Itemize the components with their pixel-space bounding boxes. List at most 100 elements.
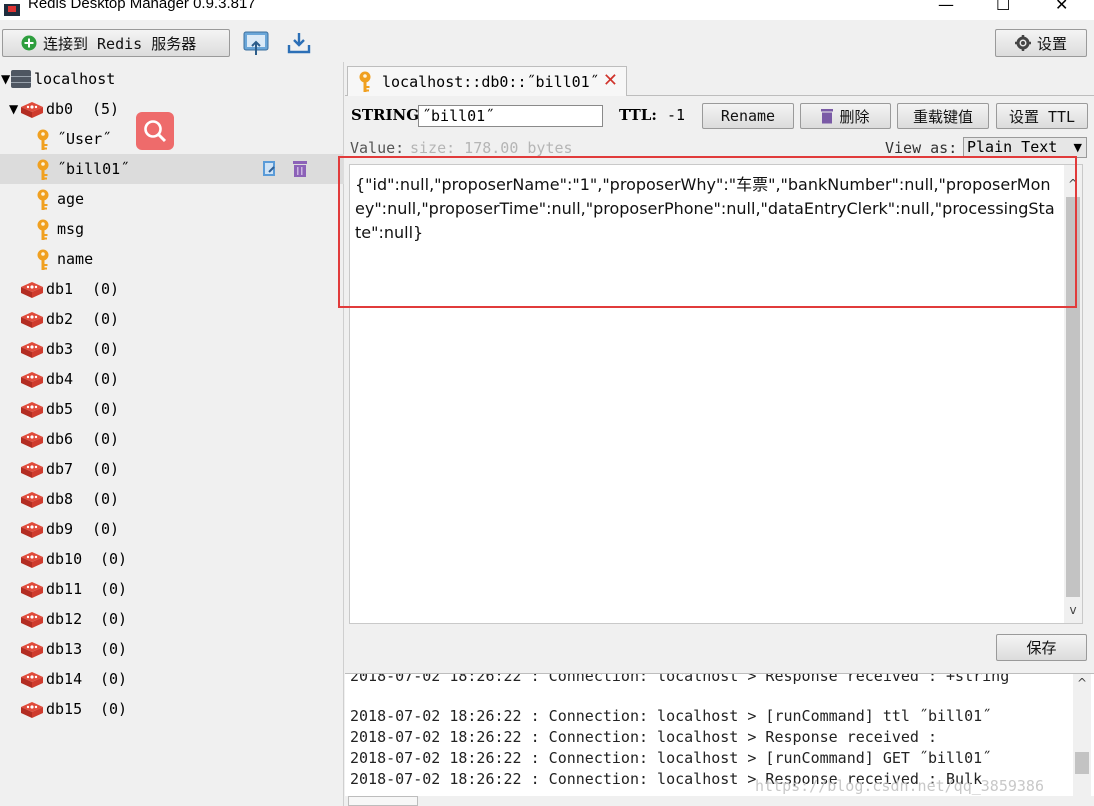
log-line: 2018-07-02 18:26:22 : Connection: localh… [350, 749, 992, 767]
tree-key-name[interactable]: name [0, 244, 344, 274]
set-ttl-label: 设置 TTL [1008, 107, 1076, 126]
db-label: db13 [46, 640, 83, 658]
log-console: 2018-07-02 18:26:22 : Connection: localh… [345, 673, 1094, 796]
key-label: name [57, 250, 94, 268]
database-icon [20, 431, 44, 449]
tree-server-localhost[interactable]: ▼ localhost [0, 64, 344, 94]
db-count: (0) [92, 520, 120, 538]
tree-db-db4[interactable]: db4 (0) [0, 364, 344, 394]
log-scrollbar[interactable]: ^ [1073, 674, 1091, 796]
log-tab[interactable] [348, 796, 418, 806]
database-icon [20, 461, 44, 479]
db-label: db3 [46, 340, 74, 358]
db-count: (0) [92, 460, 120, 478]
db-label: db6 [46, 430, 74, 448]
editor-scrollbar[interactable]: ^ v [1064, 165, 1082, 623]
trash-icon [821, 108, 834, 124]
database-icon [20, 341, 44, 359]
delete-key-icon[interactable] [292, 160, 308, 178]
save-button[interactable]: 保存 [996, 634, 1087, 661]
tree-db-db12[interactable]: db12 (0) [0, 604, 344, 634]
db-count: (0) [92, 310, 120, 328]
copy-key-icon[interactable] [261, 160, 279, 178]
set-ttl-button[interactable]: 设置 TTL [996, 103, 1088, 129]
search-icon[interactable] [136, 112, 174, 150]
reload-value-button[interactable]: 重载键值 [897, 103, 989, 129]
tree-db-db7[interactable]: db7 (0) [0, 454, 344, 484]
import-connection-icon[interactable] [241, 28, 271, 58]
close-window-button[interactable]: ✕ [1055, 0, 1068, 14]
tree-db-db14[interactable]: db14 (0) [0, 664, 344, 694]
db-label: db9 [46, 520, 74, 538]
db-count: (0) [100, 640, 128, 658]
key-label: ˝bill01˝ [57, 160, 130, 178]
tree-db-db10[interactable]: db10 (0) [0, 544, 344, 574]
server-label: localhost [34, 70, 116, 88]
settings-button[interactable]: 设置 [995, 29, 1087, 57]
key-icon [36, 189, 50, 211]
main-toolbar: 连接到 Redis 服务器 设置 [0, 20, 1094, 62]
key-name-input[interactable]: ˝bill01˝ [418, 105, 603, 127]
close-icon[interactable]: ✕ [603, 70, 618, 91]
download-icon[interactable] [284, 28, 314, 58]
key-type-label: STRING: [351, 106, 425, 124]
tree-key-age[interactable]: age [0, 184, 344, 214]
db-count: (0) [92, 430, 120, 448]
connect-server-button[interactable]: 连接到 Redis 服务器 [2, 29, 230, 57]
view-as-select[interactable]: Plain Text ▼ [963, 137, 1087, 158]
key-label: age [57, 190, 85, 208]
connection-tree: ▼ localhost ▼ db0 (5) ˝User˝ ˝bill01˝ ag… [0, 62, 344, 806]
tree-db-db15[interactable]: db15 (0) [0, 694, 344, 724]
expand-arrow-icon[interactable]: ▼ [1, 72, 10, 86]
rename-button[interactable]: Rename [702, 103, 794, 129]
scroll-up-icon[interactable]: ^ [1073, 676, 1091, 690]
value-text[interactable]: {"id":null,"proposerName":"1","proposerW… [355, 173, 1060, 245]
tree-db-db5[interactable]: db5 (0) [0, 394, 344, 424]
maximize-button[interactable]: ☐ [996, 0, 1010, 14]
scrollbar-thumb[interactable] [1075, 752, 1089, 774]
tree-db-db8[interactable]: db8 (0) [0, 484, 344, 514]
log-line: 2018-07-02 18:26:22 : Connection: localh… [350, 673, 1010, 685]
database-icon [20, 491, 44, 509]
ttl-value: -1 [667, 106, 686, 124]
delete-button[interactable]: 删除 [800, 103, 891, 129]
log-line: 2018-07-02 18:26:22 : Connection: localh… [350, 707, 992, 725]
minimize-button[interactable]: — [938, 0, 954, 14]
rename-label: Rename [720, 107, 776, 125]
ttl-label: TTL: [619, 106, 657, 124]
db-label: db7 [46, 460, 74, 478]
db-label: db4 [46, 370, 74, 388]
db-label: db11 [46, 580, 83, 598]
tree-key-msg[interactable]: msg [0, 214, 344, 244]
tree-db-db3[interactable]: db3 (0) [0, 334, 344, 364]
tree-db-db1[interactable]: db1 (0) [0, 274, 344, 304]
log-line: 2018-07-02 18:26:22 : Connection: localh… [350, 728, 937, 746]
key-label: ˝User˝ [57, 130, 112, 148]
expand-arrow-icon[interactable]: ▼ [9, 102, 18, 116]
scroll-up-icon[interactable]: ^ [1064, 175, 1082, 193]
tab-key-bill01[interactable]: localhost::db0::˝bill01˝ ✕ [347, 66, 627, 96]
db-count: (0) [92, 280, 120, 298]
key-icon [36, 159, 50, 181]
title-bar: Redis Desktop Manager 0.9.3.817 — ☐ ✕ [0, 0, 1094, 20]
db-label: db15 [46, 700, 83, 718]
tree-db-db11[interactable]: db11 (0) [0, 574, 344, 604]
database-icon [20, 671, 44, 689]
tree-db-db9[interactable]: db9 (0) [0, 514, 344, 544]
app-icon [4, 2, 20, 16]
tree-db-db13[interactable]: db13 (0) [0, 634, 344, 664]
database-icon [20, 701, 44, 719]
tree-key-bill01[interactable]: ˝bill01˝ [0, 154, 344, 184]
db-label: db12 [46, 610, 83, 628]
db-count: (0) [100, 700, 128, 718]
connect-server-label: 连接到 Redis 服务器 [43, 34, 197, 53]
scrollbar-thumb[interactable] [1066, 197, 1080, 597]
scroll-down-icon[interactable]: v [1064, 601, 1082, 619]
tree-db-db6[interactable]: db6 (0) [0, 424, 344, 454]
database-icon [20, 521, 44, 539]
value-header: Value: size: 178.00 bytes View as: Plain… [345, 136, 1094, 158]
tree-db-db2[interactable]: db2 (0) [0, 304, 344, 334]
value-editor[interactable]: {"id":null,"proposerName":"1","proposerW… [349, 164, 1083, 624]
database-icon [20, 611, 44, 629]
db-label: db8 [46, 490, 74, 508]
